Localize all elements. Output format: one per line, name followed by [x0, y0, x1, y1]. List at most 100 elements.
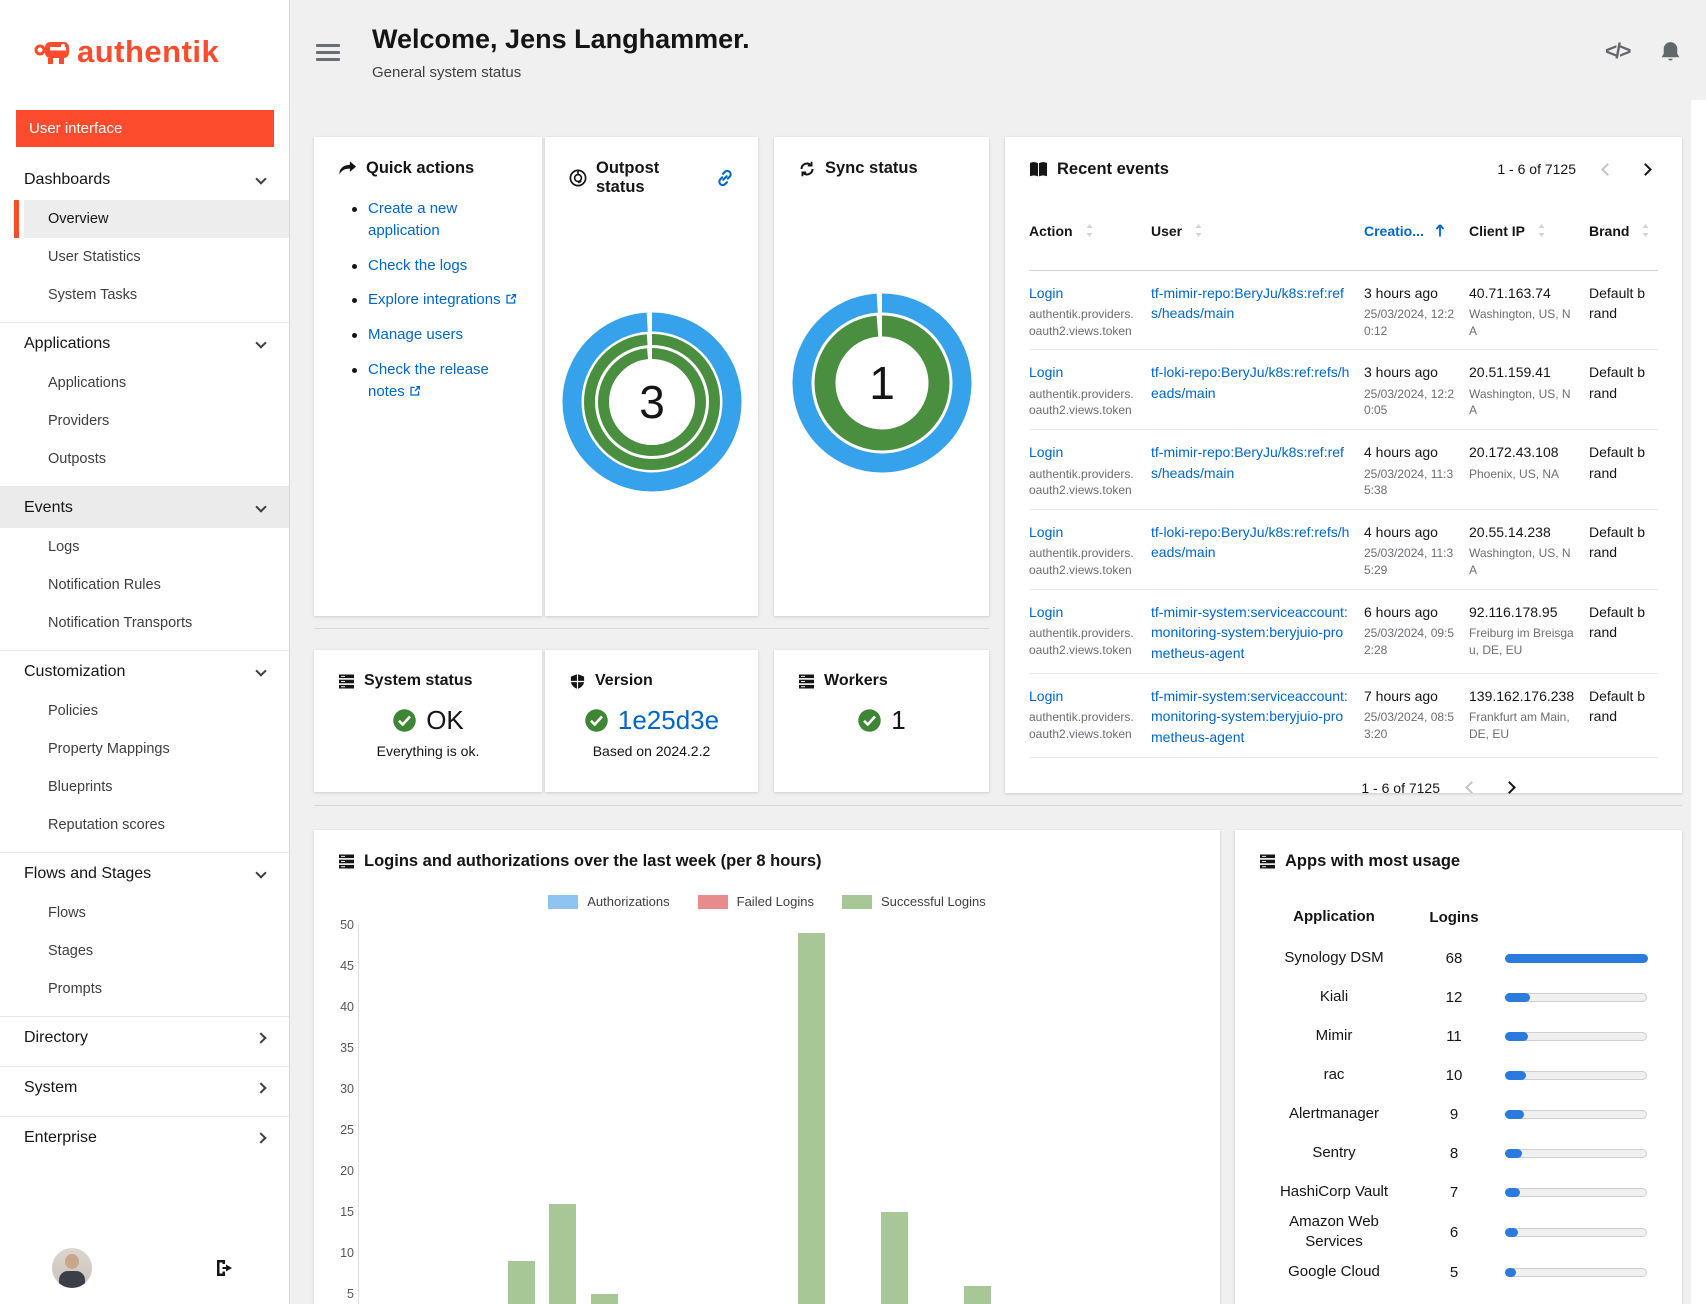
user-interface-button[interactable]: User interface: [16, 110, 274, 147]
pagination-next-button[interactable]: [1632, 156, 1658, 182]
sidebar-item-policies[interactable]: Policies: [24, 692, 289, 730]
sidebar-item-prompts[interactable]: Prompts: [24, 970, 289, 1008]
sidebar-item-outposts[interactable]: Outposts: [24, 440, 289, 478]
app-usage-bar-cell: [1499, 1228, 1658, 1237]
sidebar-item-logs[interactable]: Logs: [24, 528, 289, 566]
event-user-link[interactable]: tf-mimir-system:serviceaccount:monitorin…: [1151, 602, 1352, 663]
donut-center-value: 1: [869, 357, 895, 409]
server-icon: [1259, 853, 1276, 870]
event-action-link[interactable]: Login: [1029, 522, 1139, 542]
cell-subtext: Frankfurt am Main, DE, EU: [1469, 709, 1577, 743]
scrollbar[interactable]: [1691, 100, 1706, 1304]
server-icon: [338, 673, 355, 690]
sidebar-item-stages[interactable]: Stages: [24, 932, 289, 970]
event-action-link[interactable]: Login: [1029, 602, 1139, 622]
column-sort-toggle-client-ip[interactable]: Client IP: [1469, 223, 1548, 239]
apps-column-header-logins: Logins: [1409, 909, 1499, 926]
events-pagination-bottom: 1 - 6 of 7125: [1005, 758, 1682, 801]
event-user-link[interactable]: tf-loki-repo:BeryJu/k8s:ref:refs/heads/m…: [1151, 362, 1352, 403]
apps-usage-row-google-cloud: Google Cloud5: [1235, 1253, 1682, 1292]
nav-group-customization: CustomizationPoliciesProperty MappingsBl…: [0, 650, 289, 852]
progress-bar-track: [1505, 954, 1647, 963]
progress-bar-fill: [1505, 1188, 1520, 1197]
cell-subtext: Washington, US, NA: [1469, 306, 1577, 340]
event-user-link[interactable]: tf-loki-repo:BeryJu/k8s:ref:refs/heads/m…: [1151, 522, 1352, 563]
sidebar-item-property-mappings[interactable]: Property Mappings: [24, 730, 289, 768]
table-cell: 20.51.159.41Washington, US, NA: [1469, 350, 1589, 430]
sidebar-item-system-tasks[interactable]: System Tasks: [24, 276, 289, 314]
nav-group-title-applications[interactable]: Applications: [0, 323, 289, 364]
event-brand: Default brand: [1589, 602, 1646, 643]
sidebar-item-overview[interactable]: Overview: [24, 200, 289, 238]
column-sort-toggle-action[interactable]: Action: [1029, 223, 1096, 239]
event-user-link[interactable]: tf-mimir-repo:BeryJu/k8s:ref:refs/heads/…: [1151, 283, 1352, 324]
outpost-link-icon[interactable]: [716, 169, 734, 187]
quick-actions-card: Quick actions Create a new applicationCh…: [314, 137, 542, 616]
nav-group-title-dashboards[interactable]: Dashboards: [0, 159, 289, 200]
event-action-link[interactable]: Login: [1029, 442, 1139, 462]
book-icon: [1029, 161, 1048, 178]
y-axis-tick-label: 30: [320, 1081, 354, 1097]
api-code-icon[interactable]: </>: [1605, 40, 1629, 64]
chevron-right-icon: [255, 1132, 266, 1143]
progress-bar-track: [1505, 1071, 1647, 1080]
app-usage-bar-cell: [1499, 1268, 1658, 1277]
quick-action-link-check-the-logs[interactable]: Check the logs: [368, 257, 467, 274]
column-sort-toggle-brand[interactable]: Brand: [1589, 223, 1652, 239]
nav-group-title-directory[interactable]: Directory: [0, 1017, 289, 1058]
quick-action-link-explore-integrations[interactable]: Explore integrations: [368, 291, 501, 308]
sidebar-item-providers[interactable]: Providers: [24, 402, 289, 440]
pagination-prev-button[interactable]: [1594, 156, 1620, 182]
hamburger-menu-icon[interactable]: [316, 44, 340, 65]
column-sort-toggle-user[interactable]: User: [1151, 223, 1205, 239]
sign-out-icon[interactable]: [214, 1258, 234, 1278]
y-axis-tick-label: 15: [320, 1204, 354, 1220]
app-logins-count: 10: [1409, 1067, 1499, 1084]
app-usage-bar-cell: [1499, 1149, 1658, 1158]
quick-action-link-check-the-release-notes[interactable]: Check the release notes: [368, 361, 489, 400]
event-user-link[interactable]: tf-mimir-repo:BeryJu/k8s:ref:refs/heads/…: [1151, 442, 1352, 483]
version-value-link[interactable]: 1e25d3e: [618, 705, 719, 736]
sidebar-item-notification-transports[interactable]: Notification Transports: [24, 604, 289, 642]
column-header-brand: Brand: [1589, 196, 1658, 270]
system-status-title: System status: [364, 672, 473, 690]
nav-group-label: Dashboards: [24, 171, 110, 189]
chart-plot-area: 5045403530252015105: [314, 830, 1220, 1304]
sidebar-item-blueprints[interactable]: Blueprints: [24, 768, 289, 806]
apps-usage-card: Apps with most usage ApplicationLoginsSy…: [1235, 830, 1682, 1304]
nav-group-title-system[interactable]: System: [0, 1067, 289, 1108]
table-row: Loginauthentik.providers.oauth2.views.to…: [1029, 430, 1658, 510]
sidebar-item-notification-rules[interactable]: Notification Rules: [24, 566, 289, 604]
event-user-link[interactable]: tf-mimir-system:serviceaccount:monitorin…: [1151, 686, 1352, 747]
progress-bar-track: [1505, 1268, 1647, 1277]
column-sort-toggle-creatio[interactable]: Creatio...: [1364, 223, 1446, 239]
nav-group-label: System: [24, 1079, 77, 1097]
nav-group-title-enterprise[interactable]: Enterprise: [0, 1117, 289, 1158]
table-cell: Loginauthentik.providers.oauth2.views.to…: [1029, 590, 1151, 674]
authentik-logo: authentik: [0, 0, 289, 110]
check-circle-icon: [584, 708, 609, 733]
quick-action-link-manage-users[interactable]: Manage users: [368, 326, 463, 343]
event-action-link[interactable]: Login: [1029, 283, 1139, 303]
pagination-next-button[interactable]: [1496, 775, 1522, 801]
sidebar-item-reputation-scores[interactable]: Reputation scores: [24, 806, 289, 844]
pagination-prev-button[interactable]: [1458, 775, 1484, 801]
y-axis-tick-label: 40: [320, 999, 354, 1015]
sync-status-donut: 1: [789, 290, 975, 476]
sidebar-item-user-statistics[interactable]: User Statistics: [24, 238, 289, 276]
sidebar-item-flows[interactable]: Flows: [24, 894, 289, 932]
nav-group-title-flows-and-stages[interactable]: Flows and Stages: [0, 853, 289, 894]
table-cell: tf-mimir-repo:BeryJu/k8s:ref:refs/heads/…: [1151, 270, 1364, 350]
avatar[interactable]: [52, 1248, 92, 1288]
notifications-bell-icon[interactable]: [1659, 40, 1682, 64]
nav-group-title-customization[interactable]: Customization: [0, 651, 289, 692]
chevron-right-icon: [255, 1082, 266, 1093]
event-action-link[interactable]: Login: [1029, 686, 1139, 706]
share-arrow-icon: [338, 160, 357, 177]
nav-group-title-events[interactable]: Events: [0, 487, 289, 528]
section-divider: [314, 805, 1682, 806]
shield-icon: [569, 673, 586, 690]
quick-action-link-create-a-new-application[interactable]: Create a new application: [368, 200, 457, 239]
event-action-link[interactable]: Login: [1029, 362, 1139, 382]
sidebar-item-applications[interactable]: Applications: [24, 364, 289, 402]
